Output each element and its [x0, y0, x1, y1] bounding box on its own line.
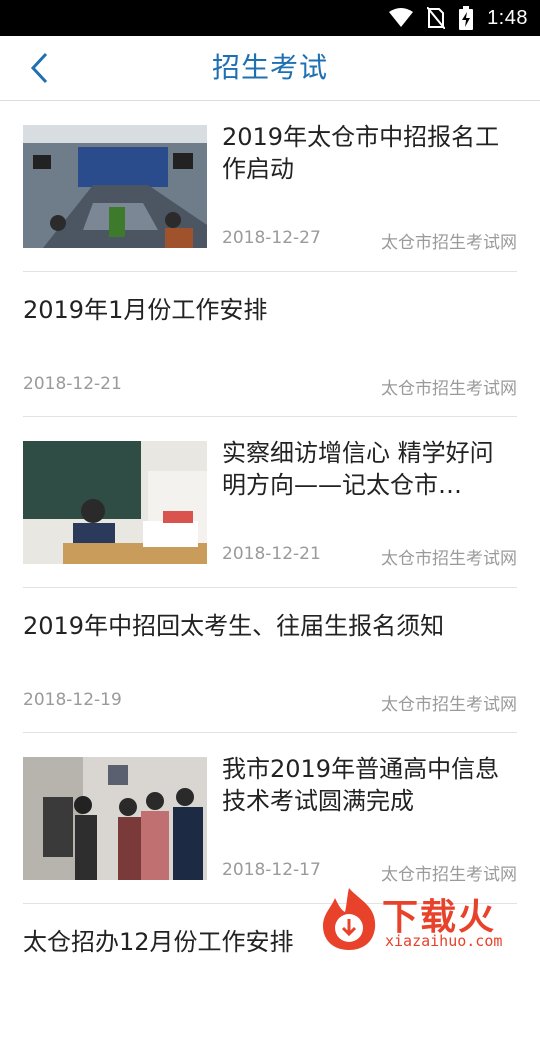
no-sim-icon: [427, 7, 446, 29]
news-thumbnail: [23, 441, 207, 564]
news-thumbnail: [23, 125, 207, 248]
news-date: 2018-12-21: [222, 544, 321, 564]
news-source: 太仓市招生考试网: [381, 549, 517, 569]
news-title: 2019年1月份工作安排: [23, 296, 268, 324]
news-source: 太仓市招生考试网: [381, 379, 517, 399]
watermark: 下载火 xiazaihuo.com: [319, 886, 534, 956]
news-title: 我市2019年普通高中信息技术考试圆满完成: [222, 755, 500, 815]
news-thumbnail: [23, 757, 207, 880]
news-date: 2018-12-17: [222, 860, 321, 880]
news-item[interactable]: 2019年1月份工作安排 2018-12-21 太仓市招生考试网: [23, 272, 517, 417]
news-date: 2018-12-27: [222, 228, 321, 248]
news-source: 太仓市招生考试网: [381, 695, 517, 715]
news-date: 2018-12-21: [23, 374, 122, 394]
app-bar: 招生考试: [0, 36, 540, 101]
flame-logo-icon: [323, 888, 376, 950]
news-source: 太仓市招生考试网: [381, 233, 517, 253]
news-source: 太仓市招生考试网: [381, 865, 517, 885]
news-item[interactable]: 我市2019年普通高中信息技术考试圆满完成 2018-12-17 太仓市招生考试…: [23, 733, 517, 904]
status-bar: 1:48: [0, 0, 540, 36]
news-title: 2019年中招回太考生、往届生报名须知: [23, 612, 445, 640]
news-title: 实察细访增信心 精学好问明方向——记太仓市…: [222, 439, 494, 499]
news-date: 2018-12-19: [23, 690, 122, 710]
battery-charging-icon: [459, 6, 474, 30]
news-item[interactable]: 2019年太仓市中招报名工作启动 2018-12-27 太仓市招生考试网: [23, 101, 517, 272]
status-time: 1:48: [487, 6, 528, 29]
news-title: 2019年太仓市中招报名工作启动: [222, 123, 500, 183]
watermark-url: xiazaihuo.com: [385, 932, 503, 950]
page-title: 招生考试: [211, 51, 328, 84]
news-item[interactable]: 实察细访增信心 精学好问明方向——记太仓市… 2018-12-21 太仓市招生考…: [23, 417, 517, 588]
wifi-icon: [389, 8, 414, 27]
news-item[interactable]: 2019年中招回太考生、往届生报名须知 2018-12-19 太仓市招生考试网: [23, 588, 517, 733]
